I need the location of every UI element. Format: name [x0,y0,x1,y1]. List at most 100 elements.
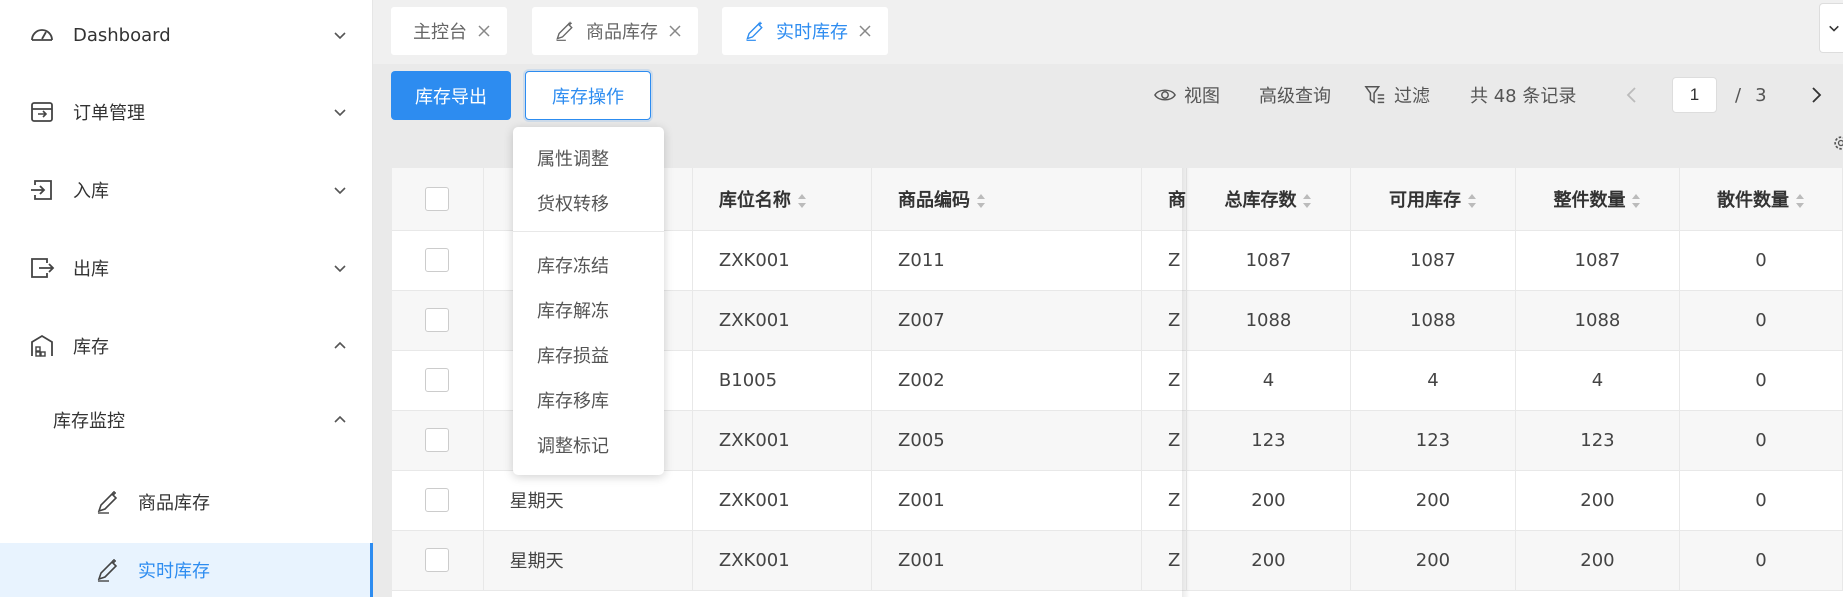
record-count: 共 48 条记录 [1470,86,1577,107]
column-header-product-code[interactable]: 商品编码 [871,168,1142,231]
tabs-more-button[interactable] [1819,3,1843,53]
table-row[interactable]: 星期天 ZXK001 Z001 Z 200 200 200 0 [392,470,1843,531]
select-all-checkbox[interactable] [425,186,450,211]
sidebar-item-label: 入库 [73,181,109,202]
sidebar-item-dashboard[interactable]: Dashboard [0,0,373,70]
row-checkbox[interactable] [425,248,450,272]
select-all-cell[interactable] [392,168,484,231]
fixed-column-shadow [1182,168,1190,597]
table-cell: B1005 [692,350,873,411]
row-checkbox[interactable] [425,368,450,392]
column-header-label: 库位名称 [718,189,791,211]
sidebar-item-realtime-inventory[interactable]: 实时库存 [0,543,373,597]
export-inventory-button[interactable]: 库存导出 [391,71,511,120]
column-header-truncated[interactable]: 商 [1141,168,1187,231]
menu-item-relocate[interactable]: 库存移库 [537,387,609,413]
table-cell: 1087 [1186,230,1351,291]
sidebar-item-inbound[interactable]: 入库 [0,155,373,225]
row-select-cell[interactable] [392,230,484,291]
column-header-label: 可用库存 [1388,189,1461,211]
tab-realtime-inventory[interactable]: 实时库存 [722,7,888,55]
tab-console[interactable]: 主控台 [391,7,507,55]
chevron-down-icon [334,32,346,40]
chevron-right-icon[interactable] [1806,83,1826,107]
warehouse-icon [31,334,53,357]
advanced-query-label: 高级查询 [1259,86,1331,107]
view-label: 视图 [1184,86,1220,107]
row-select-cell[interactable] [392,350,484,411]
menu-item-ownership-transfer[interactable]: 货权转移 [537,190,609,216]
row-checkbox[interactable] [425,428,450,452]
pen-edit-icon [556,21,573,41]
menu-divider [513,231,664,232]
menu-item-unfreeze[interactable]: 库存解冻 [537,297,609,323]
close-icon[interactable] [858,24,872,38]
close-icon[interactable] [477,24,491,38]
table-cell: 0 [1679,530,1843,591]
gear-icon[interactable] [1831,132,1843,154]
sidebar-item-product-inventory[interactable]: 商品库存 [0,467,373,537]
row-select-cell[interactable] [392,290,484,351]
filter-button[interactable]: 过滤 [1364,80,1430,110]
page-separator: / [1735,84,1742,106]
sidebar-item-label: Dashboard [73,24,171,46]
table-cell: 200 [1515,470,1680,531]
filter-label: 过滤 [1394,86,1430,107]
tab-label: 实时库存 [776,22,848,43]
chevron-down-icon [334,109,346,117]
tab-label: 主控台 [413,22,467,43]
table-cell: 200 [1186,530,1351,591]
inventory-operations-button[interactable]: 库存操作 [525,71,651,120]
row-checkbox[interactable] [425,488,450,512]
chevron-down-icon [334,265,346,273]
sort-icon[interactable] [1795,193,1805,209]
menu-item-freeze[interactable]: 库存冻结 [537,252,609,278]
column-header-label: 整件数量 [1553,189,1626,211]
sort-icon[interactable] [1631,193,1641,209]
sidebar-item-inventory-monitor[interactable]: 库存监控 [0,385,373,455]
row-select-cell[interactable] [392,410,484,471]
table-cell: 1088 [1350,290,1516,351]
pen-edit-icon [97,491,118,514]
chevron-left-icon[interactable] [1622,83,1642,107]
sidebar-item-outbound[interactable]: 出库 [0,233,373,303]
table-cell: 200 [1186,470,1351,531]
menu-item-profit-loss[interactable]: 库存损益 [537,342,609,368]
tab-label: 商品库存 [586,22,658,43]
sidebar-item-orders[interactable]: 订单管理 [0,77,373,147]
menu-item-attribute-adjust[interactable]: 属性调整 [537,145,609,171]
column-header-whole-qty[interactable]: 整件数量 [1515,168,1680,231]
sort-icon[interactable] [976,193,986,209]
row-checkbox[interactable] [425,548,450,572]
table-cell: Z [1141,290,1187,351]
table-cell: 星期天 [483,470,693,531]
sort-icon[interactable] [1302,193,1312,209]
sort-icon[interactable] [1467,193,1477,209]
table-cell: Z001 [871,470,1142,531]
column-header-available-stock[interactable]: 可用库存 [1350,168,1516,231]
view-button[interactable]: 视图 [1154,80,1220,110]
sort-icon[interactable] [797,193,807,209]
sidebar-item-inventory[interactable]: 库存 [0,311,373,381]
close-icon[interactable] [668,24,682,38]
column-header-label: 散件数量 [1716,189,1789,211]
column-header-label: 总库存数 [1224,189,1297,211]
sidebar: Dashboard 订单管理 入库 出库 库存 库存监控 商品库存 实时库存 [0,0,373,597]
column-header-loose-qty[interactable]: 散件数量 [1679,168,1843,231]
row-checkbox[interactable] [425,308,450,332]
tab-product-inventory[interactable]: 商品库存 [532,7,698,55]
page-number-input[interactable] [1672,77,1717,113]
table-cell: 4 [1515,350,1680,411]
row-select-cell[interactable] [392,530,484,591]
advanced-query-button[interactable]: 高级查询 [1259,80,1331,110]
menu-item-adjust-mark[interactable]: 调整标记 [537,432,609,458]
column-header-location[interactable]: 库位名称 [692,168,873,231]
table-cell: 200 [1350,530,1516,591]
table-row[interactable]: 星期天 ZXK001 Z001 Z 200 200 200 0 [392,530,1843,591]
table-cell: 1087 [1515,230,1680,291]
table-cell: Z [1141,230,1187,291]
table-cell: 1087 [1350,230,1516,291]
column-header-total-stock[interactable]: 总库存数 [1186,168,1351,231]
row-select-cell[interactable] [392,470,484,531]
sidebar-item-label: 库存监控 [53,411,125,432]
